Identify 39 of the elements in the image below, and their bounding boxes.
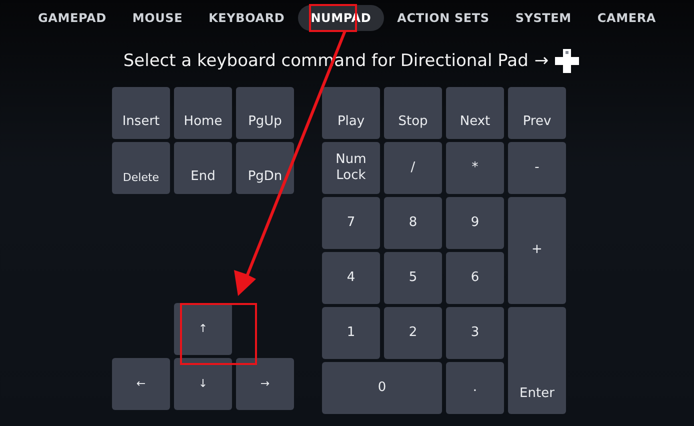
key[interactable]: 9 bbox=[446, 197, 504, 249]
key[interactable]: Insert bbox=[112, 87, 170, 139]
key[interactable]: 8 bbox=[384, 197, 442, 249]
key[interactable]: * bbox=[446, 142, 504, 194]
key[interactable]: ↑ bbox=[174, 303, 232, 355]
tab[interactable]: KEYBOARD bbox=[196, 5, 298, 31]
key[interactable]: Num Lock bbox=[322, 142, 380, 194]
key[interactable]: Next bbox=[446, 87, 504, 139]
key[interactable]: / bbox=[384, 142, 442, 194]
key[interactable]: Prev bbox=[508, 87, 566, 139]
key[interactable]: 2 bbox=[384, 307, 442, 359]
key[interactable]: Play bbox=[322, 87, 380, 139]
key[interactable]: 3 bbox=[446, 307, 504, 359]
key[interactable]: 7 bbox=[322, 197, 380, 249]
key[interactable]: 5 bbox=[384, 252, 442, 304]
key[interactable]: - bbox=[508, 142, 566, 194]
key[interactable]: Home bbox=[174, 87, 232, 139]
key[interactable]: PgDn bbox=[236, 142, 294, 194]
key[interactable]: ↓ bbox=[174, 358, 232, 410]
key[interactable]: End bbox=[174, 142, 232, 194]
key[interactable]: 1 bbox=[322, 307, 380, 359]
key[interactable]: Delete bbox=[112, 142, 170, 194]
key[interactable]: + bbox=[508, 197, 566, 304]
tab[interactable]: ACTION SETS bbox=[384, 5, 502, 31]
key[interactable]: . bbox=[446, 362, 504, 414]
tab[interactable]: GAMEPAD bbox=[25, 5, 120, 31]
key[interactable]: PgUp bbox=[236, 87, 294, 139]
key[interactable]: Stop bbox=[384, 87, 442, 139]
arrow-glyph: → bbox=[534, 51, 549, 71]
key[interactable]: → bbox=[236, 358, 294, 410]
key[interactable]: ← bbox=[112, 358, 170, 410]
key[interactable]: Enter bbox=[508, 307, 566, 414]
tab[interactable]: SYSTEM bbox=[502, 5, 584, 31]
tab[interactable]: CAMERA bbox=[584, 5, 669, 31]
dpad-icon bbox=[554, 49, 579, 73]
tab[interactable]: MOUSE bbox=[119, 5, 196, 31]
key[interactable]: 4 bbox=[322, 252, 380, 304]
key[interactable]: 0 bbox=[322, 362, 442, 414]
key[interactable]: 6 bbox=[446, 252, 504, 304]
